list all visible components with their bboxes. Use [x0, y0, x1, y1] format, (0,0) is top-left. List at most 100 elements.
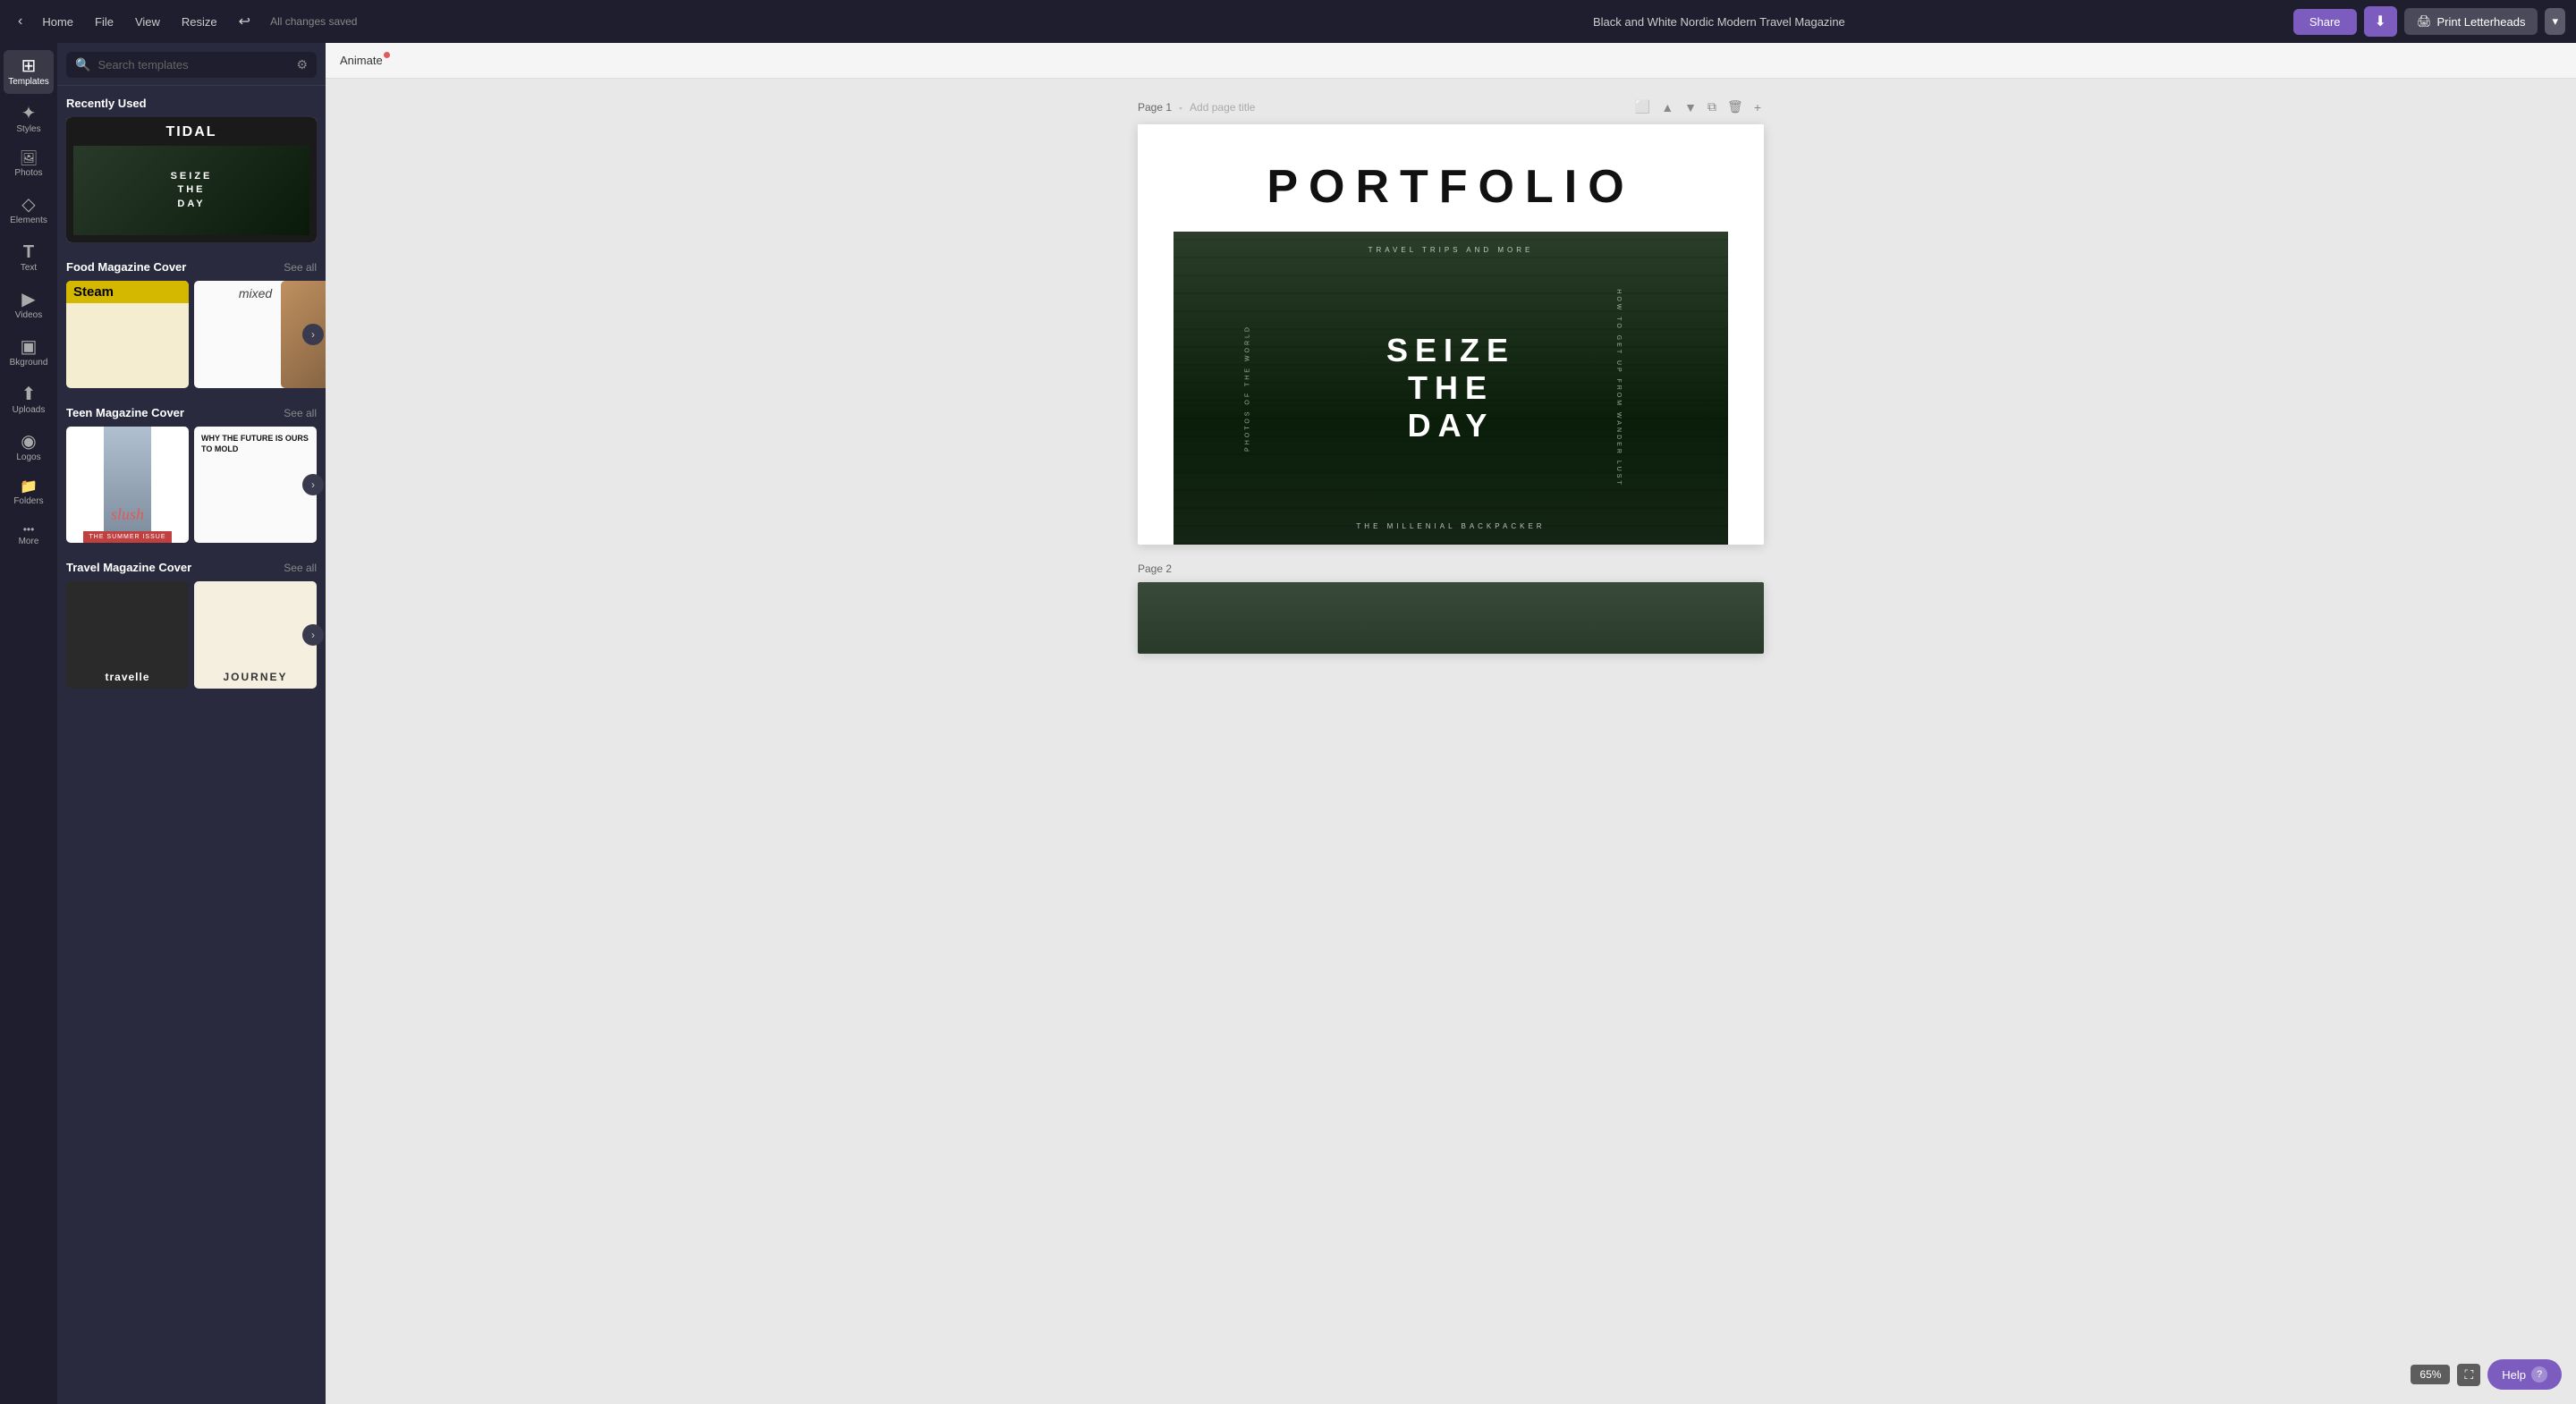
recently-used-section: Recently Used TIDAL SEIZETHEDAY	[66, 97, 317, 242]
topbar-nav: ‹ Home File View Resize ↩ All changes sa…	[11, 7, 1145, 36]
page2-preview	[1138, 582, 1764, 654]
share-button[interactable]: Share	[2293, 9, 2357, 35]
canvas-scroll[interactable]: Page 1 - Add page title ⬜ ▲ ▼ ⧉ 🗑 +	[326, 79, 2576, 1404]
travel-see-all[interactable]: See all	[284, 562, 317, 574]
teen-next-arrow[interactable]: ›	[302, 474, 324, 495]
portfolio-seize: SEIZE	[1386, 332, 1515, 369]
page1-label-bar: Page 1 - Add page title ⬜ ▲ ▼ ⧉ 🗑 +	[1138, 97, 1764, 117]
teen-magazine-section: Teen Magazine Cover See all slush THE SU…	[66, 406, 317, 543]
sidebar-item-photos[interactable]: 🖼 Photos	[4, 145, 54, 185]
search-bar: 🔍 ⚙	[57, 43, 326, 86]
portfolio-image-block: SEIZE THE DAY TRAVEL TRIPS AND MORE PHOT…	[1174, 232, 1728, 545]
tidal-template[interactable]: TIDAL SEIZETHEDAY	[66, 117, 317, 242]
animate-button[interactable]: Animate	[340, 54, 383, 67]
page1-add-button[interactable]: +	[1751, 97, 1764, 117]
icon-sidebar: ⊞ Templates ✦ Styles 🖼 Photos ◇ Elements…	[0, 43, 57, 1404]
steam-badge: Steam	[66, 281, 189, 303]
filter-icon[interactable]: ⚙	[296, 57, 308, 72]
page1-down-button[interactable]: ▼	[1682, 97, 1699, 117]
print-dropdown-button[interactable]: ▾	[2545, 8, 2565, 35]
page2-canvas[interactable]	[1138, 582, 1764, 654]
help-icon: ?	[2531, 1366, 2547, 1383]
portfolio-the: THE	[1386, 369, 1515, 407]
topbar: ‹ Home File View Resize ↩ All changes sa…	[0, 0, 2576, 43]
food-next-arrow[interactable]: ›	[302, 324, 324, 345]
portfolio-side-right: HOW TO GET UP FROM WANDER LUST	[1615, 289, 1622, 486]
teen-magazine-header: Teen Magazine Cover See all	[66, 406, 317, 419]
home-nav-button[interactable]: Home	[33, 10, 82, 34]
sidebar-item-folders[interactable]: 📁 Folders	[4, 473, 54, 513]
sidebar-item-text[interactable]: T Text	[4, 236, 54, 280]
photos-icon: 🖼	[20, 152, 38, 166]
template-steam[interactable]: Steam	[66, 281, 189, 388]
recently-used-thumb[interactable]: TIDAL SEIZETHEDAY	[66, 117, 317, 242]
page1-frame-button[interactable]: ⬜	[1632, 97, 1653, 117]
teen-see-all[interactable]: See all	[284, 407, 317, 419]
template-travelle[interactable]: travelle	[66, 581, 189, 689]
view-nav-button[interactable]: View	[126, 10, 169, 34]
tidal-seize-text: SEIZETHEDAY	[171, 170, 213, 211]
sidebar-item-logos[interactable]: ◉ Logos	[4, 426, 54, 469]
travel-template-grid: travelle JOURNEY ›	[66, 581, 317, 689]
page1-container: Page 1 - Add page title ⬜ ▲ ▼ ⧉ 🗑 +	[1138, 97, 1764, 545]
portfolio-overlay-text: SEIZE THE DAY	[1386, 332, 1515, 444]
fullscreen-button[interactable]: ⛶	[2457, 1364, 2480, 1386]
template-slush[interactable]: slush THE SUMMER ISSUE	[66, 427, 189, 543]
download-button[interactable]: ⬇	[2364, 6, 2397, 37]
page1-actions: ⬜ ▲ ▼ ⧉ 🗑 +	[1632, 97, 1764, 117]
page2-label-bar: Page 2	[1138, 562, 1764, 575]
back-button[interactable]: ‹	[11, 10, 30, 33]
page1-duplicate-button[interactable]: ⧉	[1705, 97, 1719, 117]
sidebar-item-styles[interactable]: ✦ Styles	[4, 97, 54, 141]
animate-dot	[384, 52, 390, 58]
sidebar-item-templates[interactable]: ⊞ Templates	[4, 50, 54, 94]
undo-button[interactable]: ↩	[230, 7, 259, 36]
teen-magazine-title: Teen Magazine Cover	[66, 406, 184, 419]
portfolio-travel-trips: TRAVEL TRIPS AND MORE	[1368, 246, 1534, 254]
sidebar-item-more[interactable]: ••• More	[4, 517, 54, 554]
portfolio-side-left: PHOTOS OF THE WORLD	[1244, 325, 1250, 452]
sidebar-item-videos[interactable]: ▶ Videos	[4, 283, 54, 327]
travelle-title: travelle	[105, 671, 149, 683]
animate-bar: Animate	[326, 43, 2576, 79]
portfolio-image-bg: SEIZE THE DAY	[1174, 232, 1728, 545]
page1-up-button[interactable]: ▲	[1658, 97, 1676, 117]
portfolio-day: DAY	[1386, 407, 1515, 444]
page1-delete-button[interactable]: 🗑	[1724, 97, 1746, 117]
main-layout: ⊞ Templates ✦ Styles 🖼 Photos ◇ Elements…	[0, 43, 2576, 1404]
search-icon: 🔍	[75, 57, 90, 72]
food-see-all[interactable]: See all	[284, 261, 317, 274]
mixed-title: mixed	[239, 286, 272, 300]
folders-icon: 📁	[20, 480, 38, 495]
more-icon: •••	[23, 524, 35, 535]
travel-magazine-section: Travel Magazine Cover See all travelle J…	[66, 561, 317, 689]
file-nav-button[interactable]: File	[86, 10, 123, 34]
logos-icon: ◉	[21, 433, 36, 451]
search-input-wrapper[interactable]: 🔍 ⚙	[66, 52, 317, 78]
tidal-image: SEIZETHEDAY	[73, 146, 309, 235]
help-button[interactable]: Help ?	[2487, 1359, 2562, 1390]
text-icon: T	[23, 243, 34, 261]
templates-scroll: Recently Used TIDAL SEIZETHEDAY Food Mag…	[57, 86, 326, 1404]
topbar-actions: Share ⬇ 🖨 Print Letterheads ▾	[2293, 6, 2565, 37]
sidebar-item-uploads[interactable]: ⬆ Uploads	[4, 378, 54, 422]
bkground-icon: ▣	[21, 338, 38, 356]
zoom-label: 65%	[2411, 1365, 2450, 1384]
slush-title: slush	[111, 505, 144, 524]
template-why[interactable]: WHY THE FUTURE IS OURS TO MOLD	[194, 427, 317, 543]
resize-nav-button[interactable]: Resize	[173, 10, 226, 34]
page1-label: Page 1 - Add page title	[1138, 101, 1255, 114]
page1-canvas[interactable]: PORTFOLIO SEIZE THE DAY TRAVEL TRIPS AND…	[1138, 124, 1764, 545]
sidebar-item-bkground[interactable]: ▣ Bkground	[4, 331, 54, 375]
travel-next-arrow[interactable]: ›	[302, 624, 324, 646]
food-magazine-header: Food Magazine Cover See all	[66, 260, 317, 274]
document-title: Black and White Nordic Modern Travel Mag…	[1152, 15, 2286, 29]
sidebar-item-elements[interactable]: ◇ Elements	[4, 189, 54, 233]
portfolio-page: PORTFOLIO SEIZE THE DAY TRAVEL TRIPS AND…	[1138, 124, 1764, 545]
search-input[interactable]	[97, 58, 289, 72]
print-button[interactable]: 🖨 Print Letterheads	[2404, 8, 2538, 35]
bottom-bar: 65% ⛶ Help ?	[2411, 1359, 2562, 1390]
food-magazine-title: Food Magazine Cover	[66, 260, 186, 274]
template-journey[interactable]: JOURNEY	[194, 581, 317, 689]
recently-used-header: Recently Used	[66, 97, 317, 110]
